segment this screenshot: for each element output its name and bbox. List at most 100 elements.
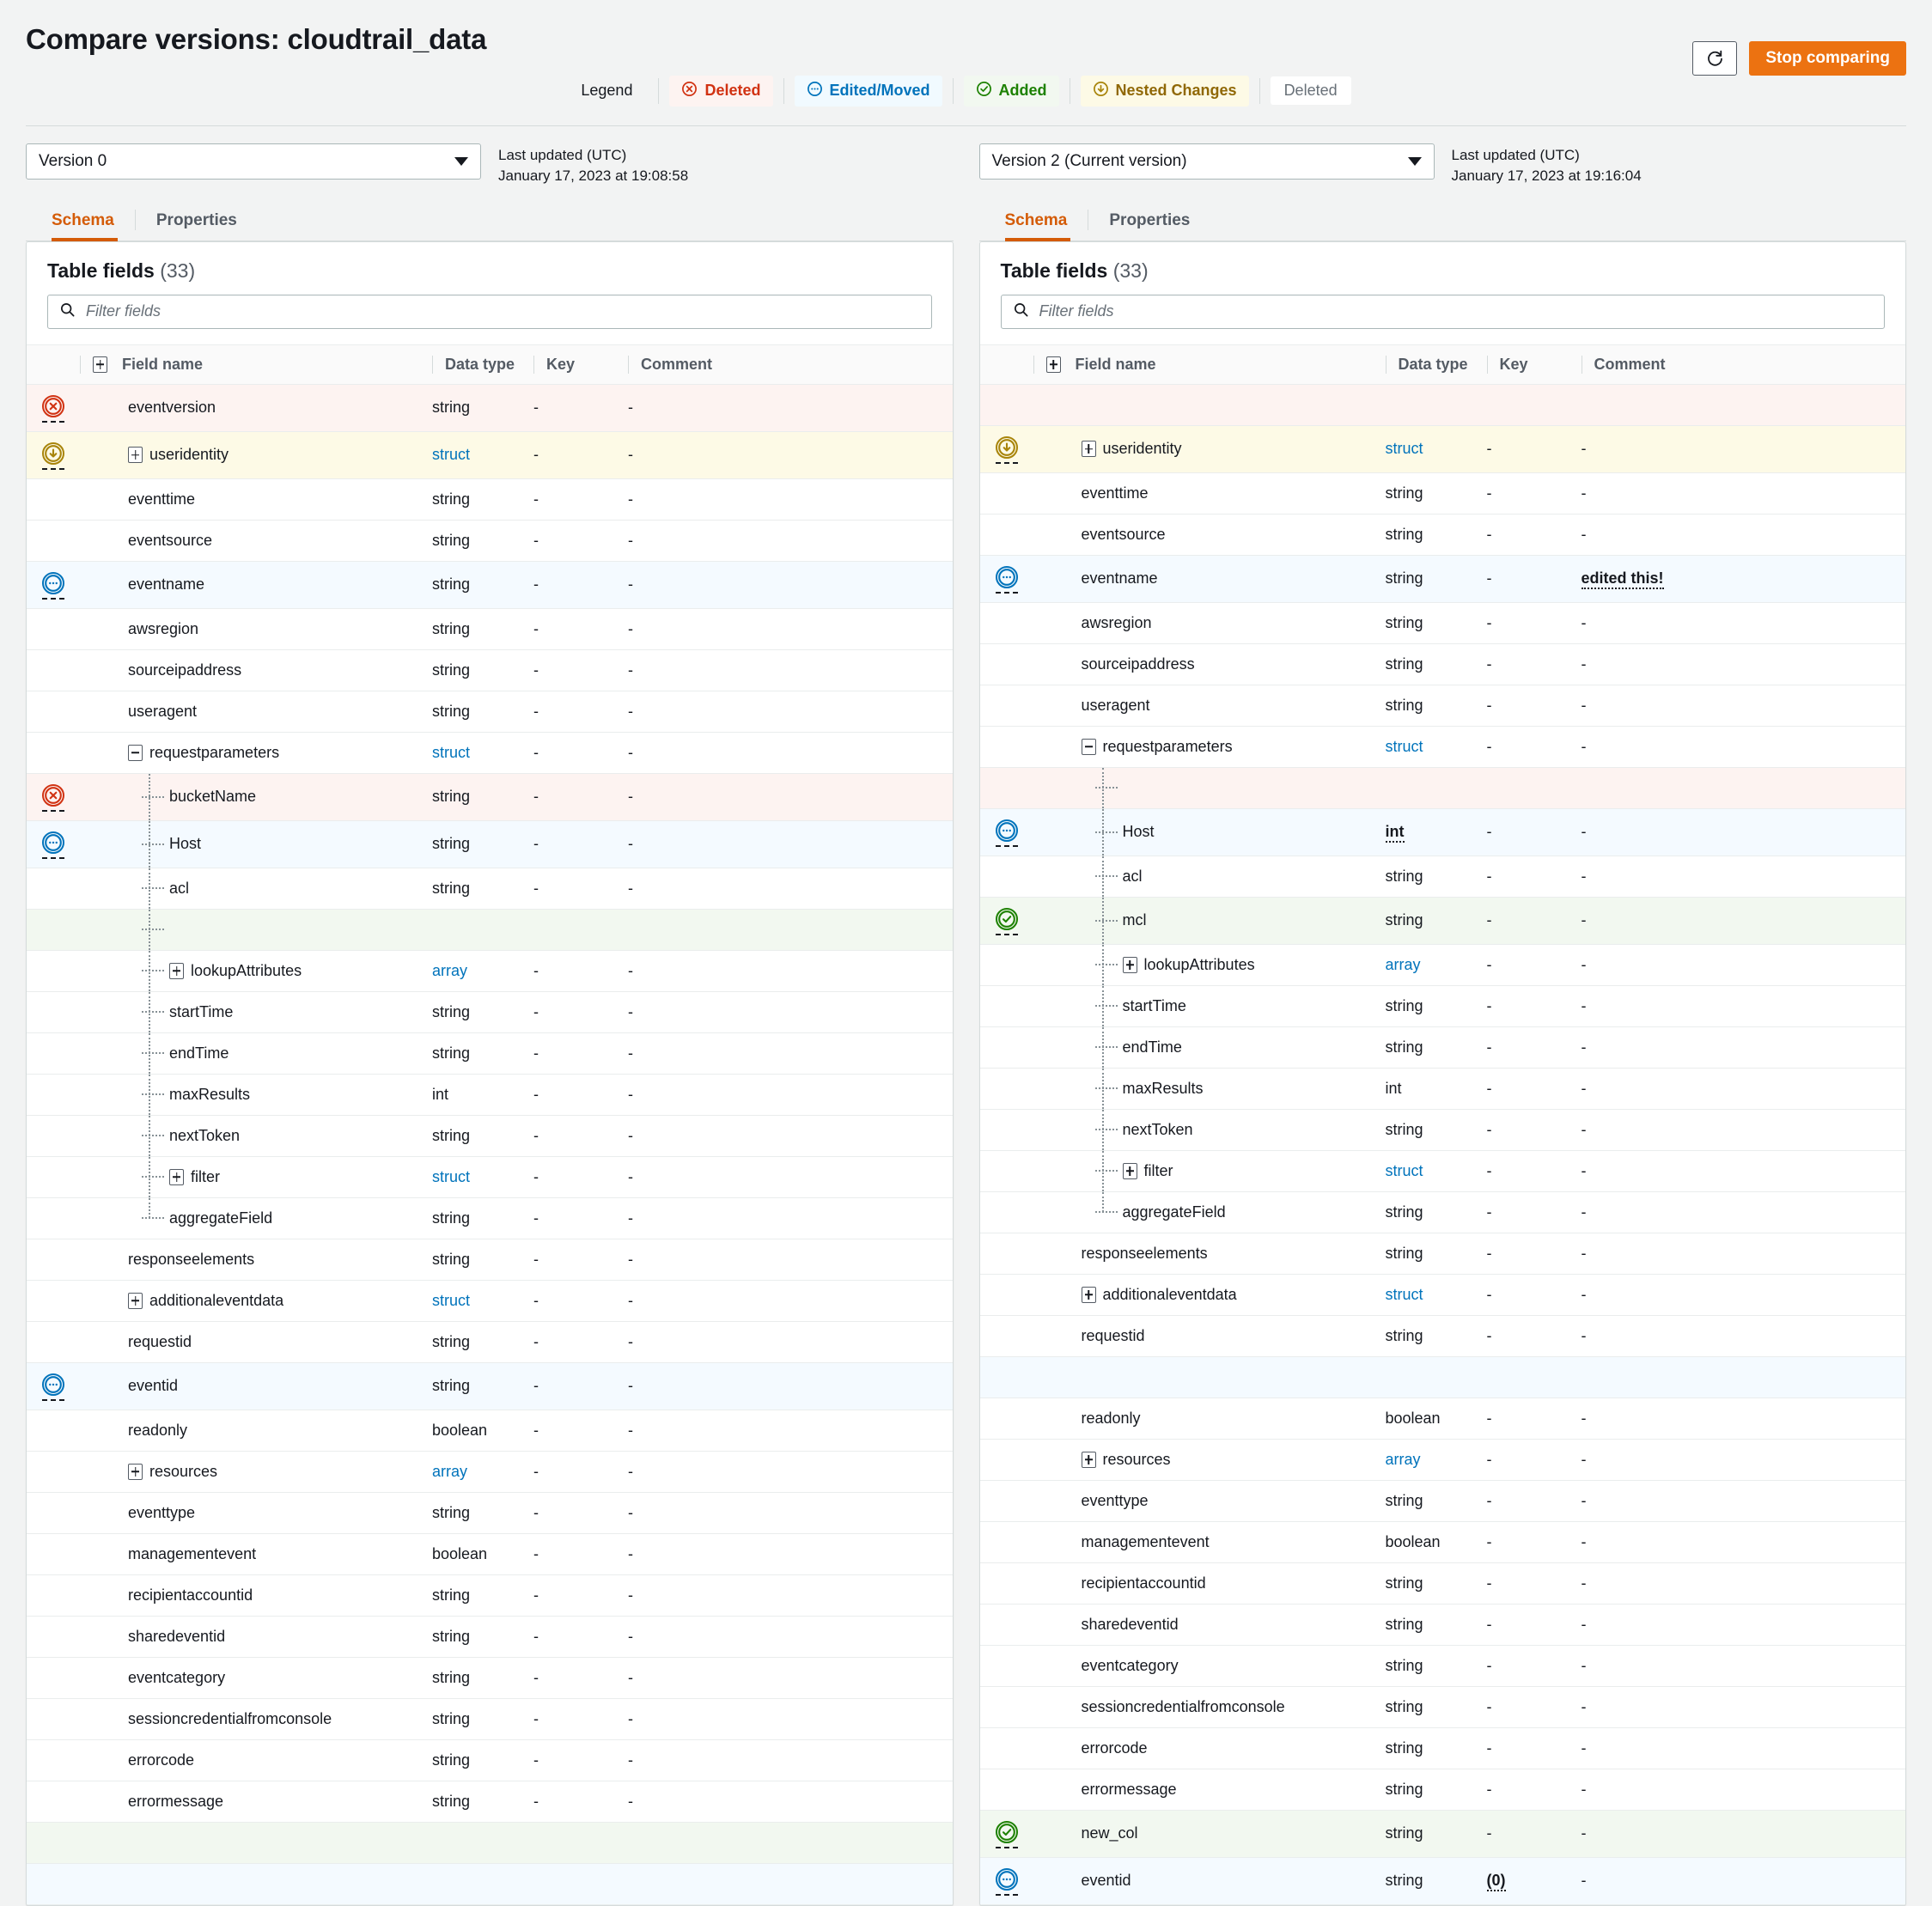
data-type-value[interactable]: array — [1386, 956, 1421, 973]
expand-row-icon[interactable] — [1081, 1286, 1096, 1303]
comment-cell: - — [1581, 425, 1905, 473]
expand-all-icon[interactable] — [1045, 356, 1061, 373]
expand-row-icon[interactable] — [1081, 1451, 1096, 1468]
row-status-cell — [27, 561, 80, 609]
data-type-cell[interactable]: struct — [432, 1156, 533, 1198]
comment-cell — [628, 909, 953, 951]
left-th-field-name-label: Field name — [122, 355, 204, 373]
row-status-cell — [979, 384, 1033, 426]
data-type-cell[interactable]: array — [1385, 1439, 1487, 1481]
data-type-value: string — [432, 1250, 471, 1268]
expand-row-icon[interactable] — [1122, 956, 1137, 973]
key-value: - — [1486, 1079, 1492, 1097]
expand-row-icon[interactable] — [128, 447, 143, 464]
left-tab-schema[interactable]: Schema — [26, 206, 135, 241]
table-row: lookupAttributes array - - — [979, 944, 1905, 986]
row-status-cell — [27, 909, 80, 951]
data-type-cell: string — [1385, 685, 1487, 727]
row-status-cell — [27, 1698, 80, 1740]
right-version-select[interactable]: Version 2 (Current version) — [978, 143, 1435, 180]
data-type-cell — [1385, 384, 1487, 426]
comment-value: - — [628, 1668, 633, 1686]
data-type-value[interactable]: struct — [1386, 1162, 1423, 1179]
data-type-cell[interactable]: struct — [1385, 1150, 1487, 1192]
field-name-label: requestid — [1081, 1326, 1145, 1344]
data-type-value[interactable]: struct — [432, 1168, 470, 1185]
data-type-cell[interactable]: struct — [1385, 1274, 1487, 1316]
table-row: nextToken string - - — [27, 1115, 953, 1157]
comment-cell: - — [628, 1362, 953, 1410]
field-name-cell: eventtype — [1033, 1480, 1386, 1522]
field-name-cell: filter — [1033, 1150, 1386, 1192]
field-name-label: awsregion — [128, 619, 199, 637]
refresh-button[interactable] — [1692, 41, 1738, 76]
data-type-cell: string — [432, 691, 533, 733]
data-type-value[interactable]: struct — [1386, 440, 1423, 457]
collapse-row-icon[interactable] — [1081, 738, 1096, 755]
tree-connector-icon — [1094, 875, 1118, 878]
comment-value: - — [1581, 823, 1587, 841]
expand-all-icon[interactable] — [93, 356, 107, 373]
expand-row-icon[interactable] — [1122, 1162, 1137, 1179]
row-status-cell — [27, 1739, 80, 1781]
data-type-value[interactable]: struct — [432, 1292, 470, 1309]
row-status-cell — [27, 732, 80, 774]
expand-row-icon[interactable] — [1081, 441, 1096, 458]
data-type-value[interactable]: array — [1386, 1451, 1421, 1468]
field-name-cell: maxResults — [1033, 1068, 1386, 1110]
data-type-cell[interactable]: struct — [1385, 726, 1487, 768]
key-value: - — [1486, 1697, 1492, 1715]
left-th-comment: Comment — [628, 344, 953, 385]
expand-row-icon[interactable] — [128, 1292, 143, 1309]
left-filter-input[interactable] — [47, 294, 932, 329]
data-type-value[interactable]: struct — [1386, 738, 1423, 755]
expand-row-icon[interactable] — [128, 1463, 143, 1480]
data-type-cell[interactable]: array — [1385, 944, 1487, 986]
key-cell: - — [533, 1616, 628, 1658]
collapse-row-icon[interactable] — [128, 744, 143, 761]
comment-value: - — [628, 446, 633, 464]
circle-dots-icon — [27, 571, 64, 600]
right-tab-properties[interactable]: Properties — [1088, 206, 1210, 241]
data-type-cell[interactable]: struct — [1385, 425, 1487, 473]
left-tab-properties[interactable]: Properties — [136, 206, 258, 241]
expand-row-icon[interactable] — [169, 962, 184, 979]
key-cell: (0) — [1486, 1857, 1582, 1905]
key-value: - — [533, 879, 539, 897]
comparison-panels: Table fields (33) Filter fields Field na… — [0, 241, 1932, 1906]
tree-connector-icon — [142, 887, 164, 890]
data-type-value: string — [1385, 867, 1423, 885]
data-type-value: string — [432, 1377, 471, 1395]
field-name-label: recipientaccountid — [128, 1586, 253, 1604]
left-version-select[interactable]: Version 0 — [26, 143, 481, 180]
row-status-cell — [979, 1857, 1033, 1905]
right-filter-input[interactable] — [1000, 294, 1885, 329]
data-type-cell[interactable]: struct — [432, 1280, 533, 1322]
data-type-value[interactable]: array — [432, 1463, 467, 1480]
data-type-cell[interactable]: array — [432, 950, 533, 992]
data-type-value[interactable]: struct — [432, 744, 470, 761]
page-title: Compare versions: cloudtrail_data — [26, 23, 487, 55]
stop-comparing-button[interactable]: Stop comparing — [1749, 41, 1906, 76]
key-value: - — [1486, 867, 1492, 885]
comment-value: - — [1581, 867, 1587, 885]
data-type-cell[interactable]: struct — [432, 431, 533, 479]
data-type-value[interactable]: array — [432, 962, 467, 979]
expand-row-icon[interactable] — [169, 1168, 184, 1185]
field-name-label: eventtime — [128, 490, 196, 508]
field-name-label: acl — [1122, 867, 1143, 885]
data-type-cell: string — [1385, 472, 1487, 515]
data-type-value: string — [432, 575, 471, 594]
row-status-cell — [27, 868, 80, 910]
right-tab-schema[interactable]: Schema — [979, 206, 1088, 241]
data-type-cell[interactable]: array — [432, 1451, 533, 1493]
data-type-value[interactable]: struct — [1386, 1286, 1423, 1303]
key-value: - — [1486, 484, 1492, 502]
comment-cell: - — [628, 1739, 953, 1781]
data-type-value: string — [1385, 1120, 1423, 1138]
data-type-cell[interactable]: struct — [432, 732, 533, 774]
right-th-comment-label: Comment — [1594, 355, 1666, 373]
data-type-value[interactable]: struct — [432, 446, 470, 463]
field-name-cell: lookupAttributes — [1033, 944, 1386, 986]
key-cell: - — [533, 478, 628, 521]
